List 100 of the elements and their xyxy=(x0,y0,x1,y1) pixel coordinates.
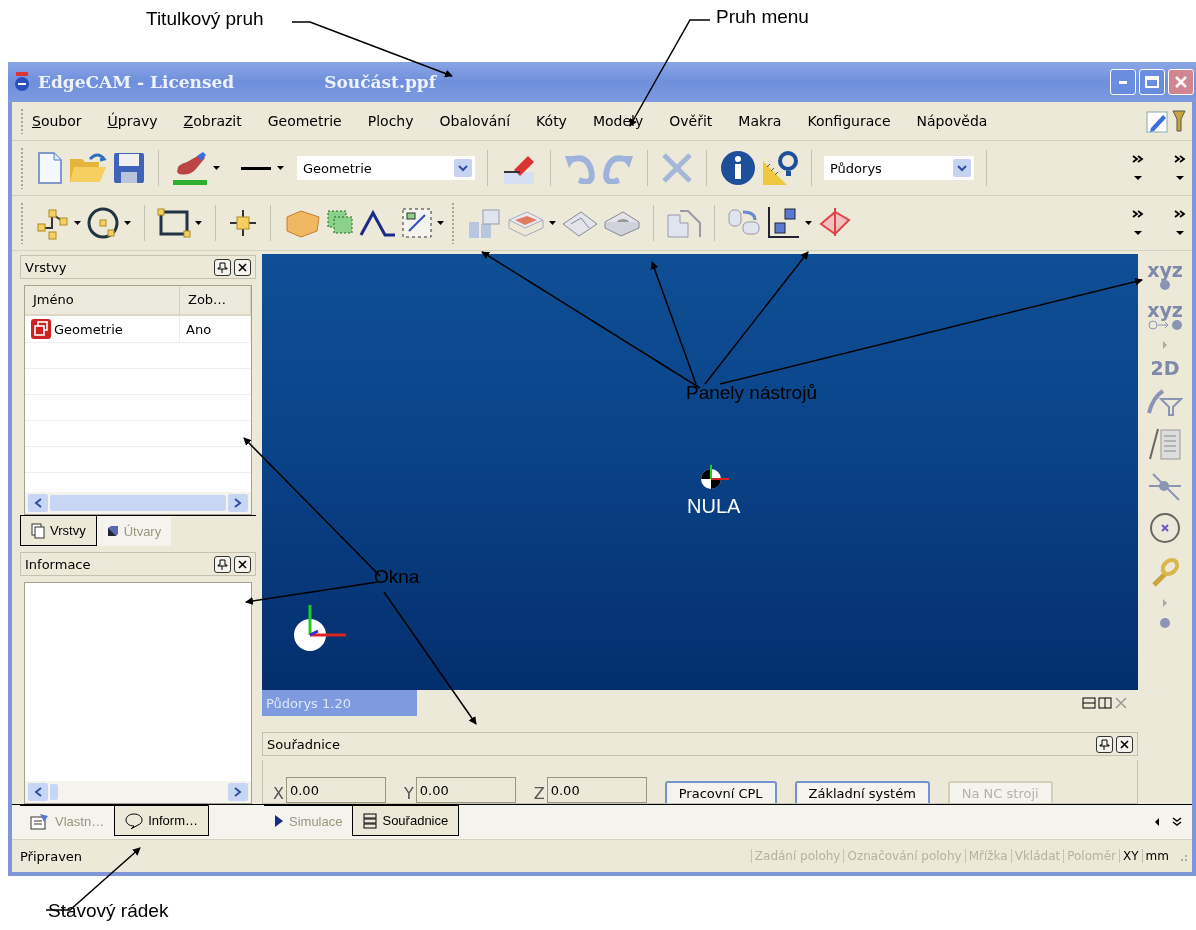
menu-item[interactable]: Kóty xyxy=(536,111,567,131)
column-header[interactable]: Zob… xyxy=(180,286,251,314)
scroll-button[interactable] xyxy=(228,783,248,801)
window-title: EdgeCAM - Licensed xyxy=(38,72,235,92)
circle-icon[interactable] xyxy=(86,206,120,240)
expand-down-icon[interactable] xyxy=(1172,817,1182,827)
dot-icon xyxy=(1159,279,1171,291)
coordinate-system-button[interactable]: Pracovní CPL xyxy=(664,781,777,803)
document-title: Součást.ppf xyxy=(324,72,438,92)
caret-icon[interactable] xyxy=(805,220,813,226)
menu-item[interactable]: Makra xyxy=(738,111,782,131)
split-vertical-icon[interactable] xyxy=(1098,697,1112,709)
caret-icon[interactable] xyxy=(195,220,203,226)
layer-dropdown[interactable]: Geometrie xyxy=(297,156,475,180)
view-dropdown[interactable]: Půdorys xyxy=(824,156,974,180)
arrow-dot-icon xyxy=(1145,319,1185,331)
minimize-button[interactable] xyxy=(1110,69,1136,95)
view-label: Půdorys 1.20 xyxy=(262,690,417,716)
panel-title: Vrstvy xyxy=(25,259,67,275)
status-indicator[interactable]: mm xyxy=(1141,849,1172,863)
scroll-button[interactable] xyxy=(28,494,48,512)
panel-tab[interactable]: Inform… xyxy=(114,806,209,836)
panel-tab[interactable]: Souřadnice xyxy=(352,806,460,836)
pin-button[interactable] xyxy=(214,555,231,573)
close-button[interactable] xyxy=(234,555,251,573)
caret-icon[interactable] xyxy=(124,220,132,226)
play-icon xyxy=(274,814,284,828)
caret-icon[interactable] xyxy=(277,165,285,171)
minimize-icon xyxy=(1119,80,1127,84)
status-indicator[interactable]: XY xyxy=(1119,849,1142,863)
menu-item[interactable]: Ověřit xyxy=(669,111,713,131)
caret-icon[interactable] xyxy=(213,165,221,171)
coordinate-field[interactable]: 0.00 xyxy=(285,777,386,803)
annotation-label: Stavový rádek xyxy=(48,900,169,922)
caret-icon[interactable] xyxy=(437,220,445,226)
menu-item[interactable]: Konfigurace xyxy=(807,111,891,131)
annotation-label: Pruh menu xyxy=(716,6,809,28)
pin-icon xyxy=(217,261,228,273)
caret-icon[interactable] xyxy=(549,220,557,226)
maximize-icon xyxy=(1145,76,1159,88)
split-horizontal-icon[interactable] xyxy=(1082,697,1096,709)
scroll-button[interactable] xyxy=(228,494,248,512)
close-icon xyxy=(237,558,248,570)
polyline-icon[interactable] xyxy=(36,206,70,240)
paint-brush-icon[interactable] xyxy=(171,150,209,186)
caret-icon[interactable] xyxy=(74,220,82,226)
close-button[interactable] xyxy=(1116,735,1133,753)
document-line-icon[interactable] xyxy=(1148,427,1182,461)
cubes-axis-icon[interactable] xyxy=(765,205,801,241)
scroll-button[interactable] xyxy=(28,783,48,801)
maximize-button[interactable] xyxy=(1139,69,1165,95)
arrow-right-icon xyxy=(234,787,242,797)
close-icon xyxy=(237,261,248,273)
coordinate-field[interactable]: 0.00 xyxy=(546,777,647,803)
menu-item[interactable]: Nápověda xyxy=(916,111,988,131)
menu-item[interactable]: Plochy xyxy=(367,111,414,131)
arrow-left-icon xyxy=(34,787,42,797)
ruler-help-icon[interactable] xyxy=(761,149,799,187)
horizontal-scrollbar[interactable] xyxy=(25,781,251,803)
coordinate-field[interactable]: 0.00 xyxy=(415,777,516,803)
close-button[interactable] xyxy=(234,258,251,276)
speech-bubble-icon xyxy=(125,812,144,829)
menu-item[interactable]: Úpravy xyxy=(107,111,158,131)
dot-icon[interactable] xyxy=(1159,617,1171,629)
menu-item[interactable]: Zobrazit xyxy=(183,111,242,131)
info-icon[interactable] xyxy=(719,149,757,187)
axis-label: X xyxy=(273,784,284,803)
coordinate-system-button[interactable]: Základní systém xyxy=(794,781,930,803)
rectangle-icon[interactable] xyxy=(157,208,191,238)
status-message: Připraven xyxy=(20,848,84,864)
selection-icon[interactable] xyxy=(401,207,433,239)
panel-tab[interactable]: Vrstvy xyxy=(20,516,97,546)
menu-item[interactable]: Soubor xyxy=(32,111,82,131)
funnel-icon[interactable] xyxy=(1172,109,1186,133)
properties-icon xyxy=(30,812,50,830)
save-icon[interactable] xyxy=(112,151,146,185)
arrow-left-icon xyxy=(34,498,42,508)
point-icon[interactable] xyxy=(228,208,258,238)
pencil-icon[interactable] xyxy=(1146,109,1168,133)
menu-item[interactable]: Obalování xyxy=(439,111,511,131)
column-header[interactable]: Jméno xyxy=(25,286,180,314)
table-cell: Ano xyxy=(180,316,251,342)
scrollbar-thumb[interactable] xyxy=(50,495,226,511)
list-icon xyxy=(363,812,378,829)
new-file-icon[interactable] xyxy=(36,151,64,185)
pin-button[interactable] xyxy=(1096,735,1113,753)
panel-title: Souřadnice xyxy=(267,736,340,752)
circle-center-icon[interactable] xyxy=(1148,511,1182,545)
horizontal-scrollbar[interactable] xyxy=(25,492,251,514)
caret-left-icon[interactable] xyxy=(1154,818,1160,826)
annotation-label: Panely nástrojů xyxy=(686,382,817,404)
scrollbar-thumb[interactable] xyxy=(50,784,58,800)
pin-button[interactable] xyxy=(214,258,231,276)
menu-item[interactable]: Geometrie xyxy=(267,111,342,131)
cube-icon xyxy=(106,525,119,537)
layers-icon xyxy=(31,522,45,539)
arrow-right-icon xyxy=(234,498,242,508)
axis-label: Y xyxy=(403,784,414,803)
open-folder-icon[interactable] xyxy=(68,151,108,185)
annotation-label: Titulkový pruh xyxy=(146,8,264,30)
